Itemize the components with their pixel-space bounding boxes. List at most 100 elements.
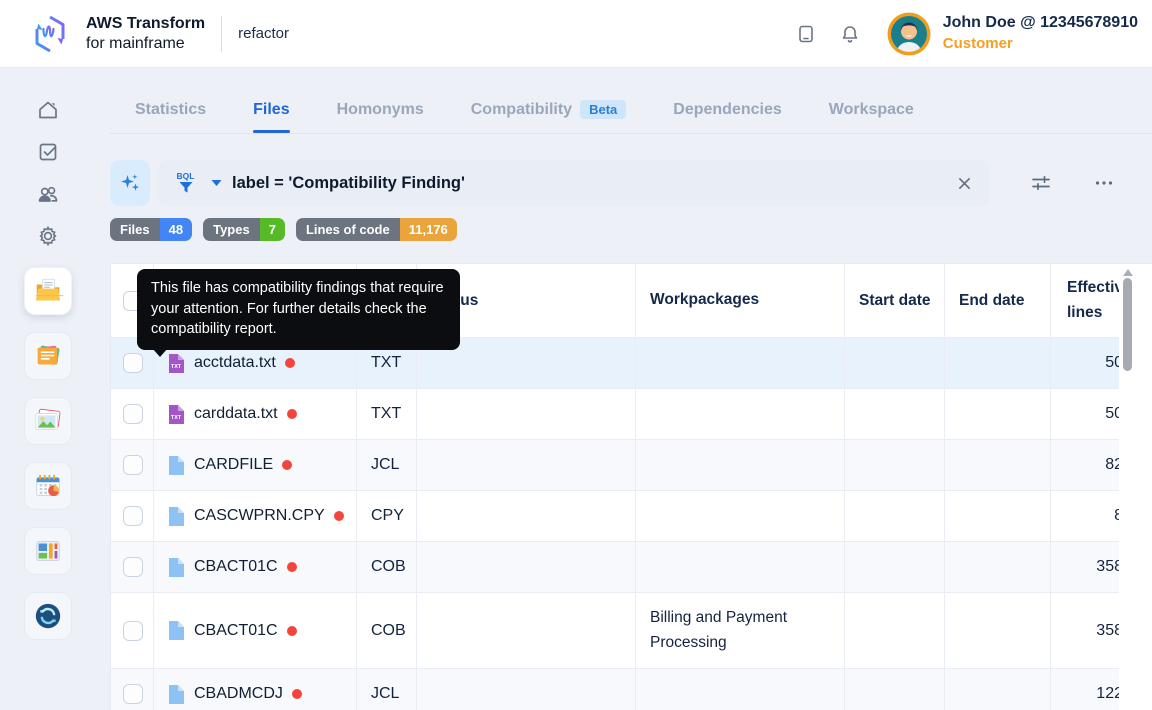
sidebar-item-sync[interactable] [24, 592, 72, 640]
beta-badge: Beta [580, 100, 627, 119]
tab-label: Compatibility [470, 101, 573, 118]
row-checkbox[interactable] [123, 455, 143, 475]
file-effective-lines: 358 [1096, 558, 1119, 575]
svg-text:TXT: TXT [171, 415, 182, 421]
file-status [417, 542, 636, 592]
more-options-icon[interactable] [1092, 171, 1116, 195]
lines-of-code-badge: Lines of code 11,176 [295, 218, 457, 241]
brand-divider [221, 15, 223, 52]
sidebar-item-files[interactable] [24, 267, 72, 315]
scroll-up-arrow-icon[interactable] [1123, 269, 1133, 276]
vertical-scrollbar[interactable] [1123, 278, 1132, 371]
row-checkbox[interactable] [123, 684, 143, 704]
file-effective-lines: 82 [1105, 456, 1119, 473]
compatibility-finding-dot[interactable] [284, 358, 295, 368]
bql-filter-icon: BQL [177, 171, 195, 193]
file-status [417, 389, 636, 439]
file-end-date [945, 491, 1051, 541]
col-start-date: Start date [845, 264, 945, 337]
compatibility-tooltip: This file has compatibility findings tha… [137, 269, 460, 350]
tasks-icon[interactable] [36, 140, 60, 164]
file-workpackages [636, 491, 845, 541]
badge-value: 11,176 [399, 218, 457, 241]
file-type: COB [357, 542, 417, 592]
file-end-date [945, 542, 1051, 592]
row-checkbox[interactable] [123, 506, 143, 526]
file-name: CBADMCDJ [194, 685, 283, 702]
file-end-date [945, 338, 1051, 388]
file-workpackages [636, 389, 845, 439]
tab-label: Files [253, 101, 290, 118]
clear-filter-icon[interactable] [952, 171, 976, 195]
table-row[interactable]: CBACT01C COB Billing and Payment Process… [111, 593, 1119, 669]
file-end-date [945, 440, 1051, 490]
file-start-date [845, 542, 945, 592]
calendar-chart-icon [36, 474, 60, 497]
row-checkbox[interactable] [123, 353, 143, 373]
compatibility-finding-dot[interactable] [286, 562, 297, 572]
user-menu[interactable]: John Doe @ 12345678910 Customer [887, 12, 1138, 56]
sidebar-item-images[interactable] [24, 397, 72, 445]
tab-label: Statistics [135, 101, 207, 118]
user-name: John Doe @ 12345678910 [942, 14, 1138, 32]
users-icon[interactable] [36, 182, 60, 206]
tab-statistics[interactable]: Statistics [135, 92, 206, 133]
compatibility-finding-dot[interactable] [333, 511, 344, 521]
tab-files[interactable]: Files [253, 92, 291, 133]
tab-dependencies[interactable]: Dependencies [673, 92, 781, 133]
compatibility-finding-dot[interactable] [282, 460, 293, 470]
file-status [417, 491, 636, 541]
badge-value: 7 [259, 218, 285, 241]
file-start-date [845, 389, 945, 439]
settings-gear-icon[interactable] [36, 224, 60, 248]
file-name: acctdata.txt [194, 354, 276, 371]
sidebar-item-calendar[interactable] [24, 462, 72, 510]
bql-filter-bar[interactable]: BQL [158, 160, 990, 206]
compatibility-finding-dot[interactable] [286, 409, 297, 419]
badge-value: 48 [159, 218, 193, 241]
file-icon [169, 557, 184, 577]
sidebar-item-dashboard[interactable] [24, 527, 72, 575]
row-checkbox[interactable] [123, 557, 143, 577]
sparkles-icon [121, 174, 140, 191]
bql-query-input[interactable] [232, 173, 942, 193]
file-name: CARDFILE [194, 456, 274, 473]
documentation-icon[interactable] [795, 23, 817, 45]
table-row[interactable]: CBACT01C COB 358 [111, 542, 1119, 593]
compatibility-finding-dot[interactable] [286, 625, 297, 636]
file-status [417, 440, 636, 490]
table-row[interactable]: CARDFILE JCL 82 [111, 440, 1119, 491]
tab-bar: Statistics Files Homonyms Compatibility … [110, 92, 1152, 134]
tab-workspace[interactable]: Workspace [829, 92, 914, 133]
file-icon [169, 621, 184, 640]
svg-text:BQL: BQL [177, 171, 195, 181]
tab-compatibility[interactable]: Compatibility Beta [471, 92, 627, 133]
row-checkbox[interactable] [123, 404, 143, 424]
table-row[interactable]: CBADMCDJ JCL 122 [111, 669, 1119, 710]
file-effective-lines: 50 [1105, 354, 1119, 371]
file-workpackages [636, 542, 845, 592]
notifications-bell-icon[interactable] [839, 23, 861, 45]
sync-globe-icon [35, 603, 61, 629]
product-name: refactor [238, 25, 289, 42]
badge-label: Lines of code [295, 218, 400, 241]
compatibility-finding-dot[interactable] [291, 689, 302, 699]
tab-label: Homonyms [336, 101, 424, 118]
ai-assist-button[interactable] [110, 160, 150, 206]
tab-homonyms[interactable]: Homonyms [337, 92, 424, 133]
file-icon [169, 506, 184, 526]
brand: AWS Transform for mainframe refactor [26, 10, 289, 58]
file-type: JCL [357, 669, 417, 710]
table-row[interactable]: TXT carddata.txt TXT 50 [111, 389, 1119, 440]
sidebar-item-notes[interactable] [24, 332, 72, 380]
avatar [887, 12, 931, 55]
row-checkbox[interactable] [123, 620, 143, 641]
tab-label: Dependencies [673, 101, 782, 118]
txt-file-icon: TXT [169, 353, 184, 373]
chevron-down-icon[interactable] [211, 179, 222, 187]
file-name: CASCWPRN.CPY [194, 507, 325, 524]
file-effective-lines: 358 [1096, 621, 1119, 639]
home-icon[interactable] [36, 98, 60, 122]
table-row[interactable]: CASCWPRN.CPY CPY 8 [111, 491, 1119, 542]
column-settings-icon[interactable] [1029, 171, 1053, 195]
